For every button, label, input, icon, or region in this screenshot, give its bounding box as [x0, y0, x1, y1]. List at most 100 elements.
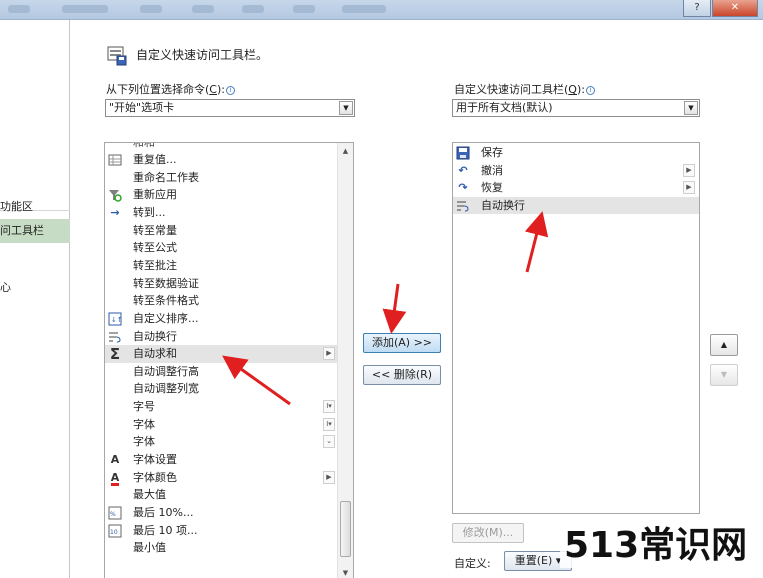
list-item-label: 转至条件格式: [133, 294, 199, 308]
page-title: 自定义快速访问工具栏。: [136, 48, 269, 62]
list-item-label: 自动求和: [133, 347, 177, 361]
help-button[interactable]: ?: [683, 0, 711, 17]
list-item[interactable]: 转至常量: [105, 222, 353, 240]
list-item-label: 字体颜色: [133, 470, 177, 484]
list-item[interactable]: 字号 I▾: [105, 398, 353, 416]
list-item[interactable]: A 字体设置: [105, 451, 353, 469]
list-item[interactable]: 重复值...: [105, 151, 353, 169]
list-item-label: 重命名工作表: [133, 170, 199, 184]
customize-label: 自定义:: [454, 557, 491, 570]
list-item[interactable]: 自动调整行高: [105, 363, 353, 381]
list-item-label: 转至数据验证: [133, 276, 199, 290]
add-button[interactable]: 添加(A) >>: [363, 333, 441, 353]
list-item[interactable]: 转至公式: [105, 239, 353, 257]
blank-icon: [108, 259, 122, 273]
toolbar-scope-dropdown[interactable]: 用于所有文档(默认) ▼: [452, 99, 700, 117]
list-item-label: 自动调整列宽: [133, 382, 199, 396]
svg-text:↓↑: ↓↑: [111, 316, 122, 324]
list-item[interactable]: 自动换行: [453, 196, 699, 215]
title-bar: ? ✕: [0, 0, 763, 20]
sigma-icon: Σ: [109, 345, 121, 364]
list-item[interactable]: ↶ 撤消 ▶: [453, 162, 699, 180]
list-item[interactable]: 自动换行: [105, 328, 353, 346]
chevron-down-icon[interactable]: ▼: [339, 101, 353, 115]
modify-button[interactable]: 修改(M)...: [452, 523, 524, 543]
scroll-down-icon[interactable]: ▼: [338, 565, 353, 578]
submenu-arrow-icon[interactable]: ▶: [323, 347, 335, 361]
move-up-button[interactable]: ▲: [710, 334, 738, 356]
commands-list[interactable]: 和和 重复值... 重命名工作表 重新应用 → 转到... 转至常量 转至公式转至批注 转至数…: [104, 142, 354, 578]
list-item-label: 转到...: [133, 205, 166, 219]
reapply-filter-icon: [108, 188, 122, 203]
list-item[interactable]: 10 最后 10 项...: [105, 522, 353, 540]
blurred-tab: [140, 5, 162, 13]
list-item[interactable]: 转至数据验证: [105, 275, 353, 293]
list-item[interactable]: % 最后 10%...: [105, 504, 353, 522]
blank-icon: [108, 294, 122, 308]
options-nav: 功能区 问工具栏 心: [0, 20, 70, 578]
close-button[interactable]: ✕: [712, 0, 758, 17]
commands-dropdown[interactable]: "开始"选项卡 ▼: [105, 99, 355, 117]
top10-items-icon: 10: [108, 524, 122, 538]
list-item[interactable]: 字体 I▾: [105, 416, 353, 434]
submenu-arrow-icon[interactable]: I▾: [323, 417, 335, 431]
blurred-tab: [8, 5, 30, 13]
list-item-label: 转至公式: [133, 241, 177, 255]
list-item[interactable]: 重命名工作表: [105, 169, 353, 187]
list-item-label: 最小值: [133, 541, 166, 555]
blurred-tab: [242, 5, 264, 13]
redo-icon: ↷: [458, 181, 468, 194]
nav-item-ribbon[interactable]: 功能区: [0, 195, 70, 219]
list-item-label: 自动换行: [133, 329, 177, 343]
list-item-label: 自动调整行高: [133, 364, 199, 378]
list-item-label: 字体: [133, 417, 155, 431]
list-item[interactable]: 字体 ⌄: [105, 433, 353, 451]
font-a-icon: A: [110, 453, 120, 467]
list-item-clipped: 和和: [133, 142, 155, 149]
submenu-arrow-icon[interactable]: ▶: [683, 163, 695, 177]
blank-icon: [108, 241, 122, 255]
list-item[interactable]: 自动调整列宽: [105, 380, 353, 398]
chevron-down-icon[interactable]: ▼: [684, 101, 698, 115]
list-item[interactable]: 保存: [453, 144, 699, 162]
arrow-right-icon: →: [110, 205, 120, 219]
blank-icon: [108, 224, 122, 238]
nav-item-trust[interactable]: 心: [0, 279, 11, 295]
toolbar-list[interactable]: 保存 ↶ 撤消 ▶ ↷ 恢复 ▶ 自动换行: [452, 142, 700, 514]
blurred-tab: [342, 5, 386, 13]
commands-scrollbar[interactable]: ▲ ▼: [337, 143, 353, 578]
customize-qat-panel: 自定义快速访问工具栏。 从下列位置选择命令(C): i "开始"选项卡 ▼ 和和 …: [76, 20, 763, 578]
scroll-thumb[interactable]: [340, 501, 351, 557]
list-item-label: 重新应用: [133, 188, 177, 202]
list-item-label: 自动换行: [481, 198, 525, 212]
submenu-arrow-icon[interactable]: ⌄: [323, 435, 335, 449]
list-item[interactable]: ↷ 恢复 ▶: [453, 179, 699, 197]
save-icon: [456, 146, 470, 160]
list-item[interactable]: 最大值: [105, 486, 353, 504]
list-item[interactable]: → 转到...: [105, 204, 353, 222]
watermark: 513常识网: [560, 524, 752, 568]
remove-button[interactable]: << 删除(R): [363, 365, 441, 385]
wrap-text-icon: [108, 330, 122, 344]
list-item[interactable]: 转至条件格式: [105, 292, 353, 310]
nav-item-quick-access[interactable]: 问工具栏: [0, 219, 70, 243]
list-item-label: 最后 10 项...: [133, 523, 198, 537]
list-item-label: 撤消: [481, 163, 503, 177]
list-item[interactable]: 转至批注: [105, 257, 353, 275]
move-down-button[interactable]: ▼: [710, 364, 738, 386]
scroll-up-icon[interactable]: ▲: [338, 143, 353, 159]
blank-icon: [108, 171, 122, 185]
info-icon: i: [225, 86, 235, 95]
list-item[interactable]: 重新应用: [105, 186, 353, 204]
submenu-arrow-icon[interactable]: ▶: [683, 181, 695, 194]
list-item-label: 自定义排序...: [133, 311, 199, 325]
list-item[interactable]: A 字体颜色 ▶: [105, 469, 353, 487]
list-item[interactable]: Σ 自动求和 ▶: [105, 345, 353, 363]
info-icon: i: [585, 86, 595, 95]
submenu-arrow-icon[interactable]: I▾: [323, 400, 335, 414]
submenu-arrow-icon[interactable]: ▶: [323, 470, 335, 484]
list-item[interactable]: 最小值: [105, 539, 353, 557]
custom-sort-icon: ↓↑: [108, 312, 123, 326]
list-item[interactable]: ↓↑ 自定义排序...: [105, 310, 353, 328]
table-icon: [108, 153, 122, 167]
